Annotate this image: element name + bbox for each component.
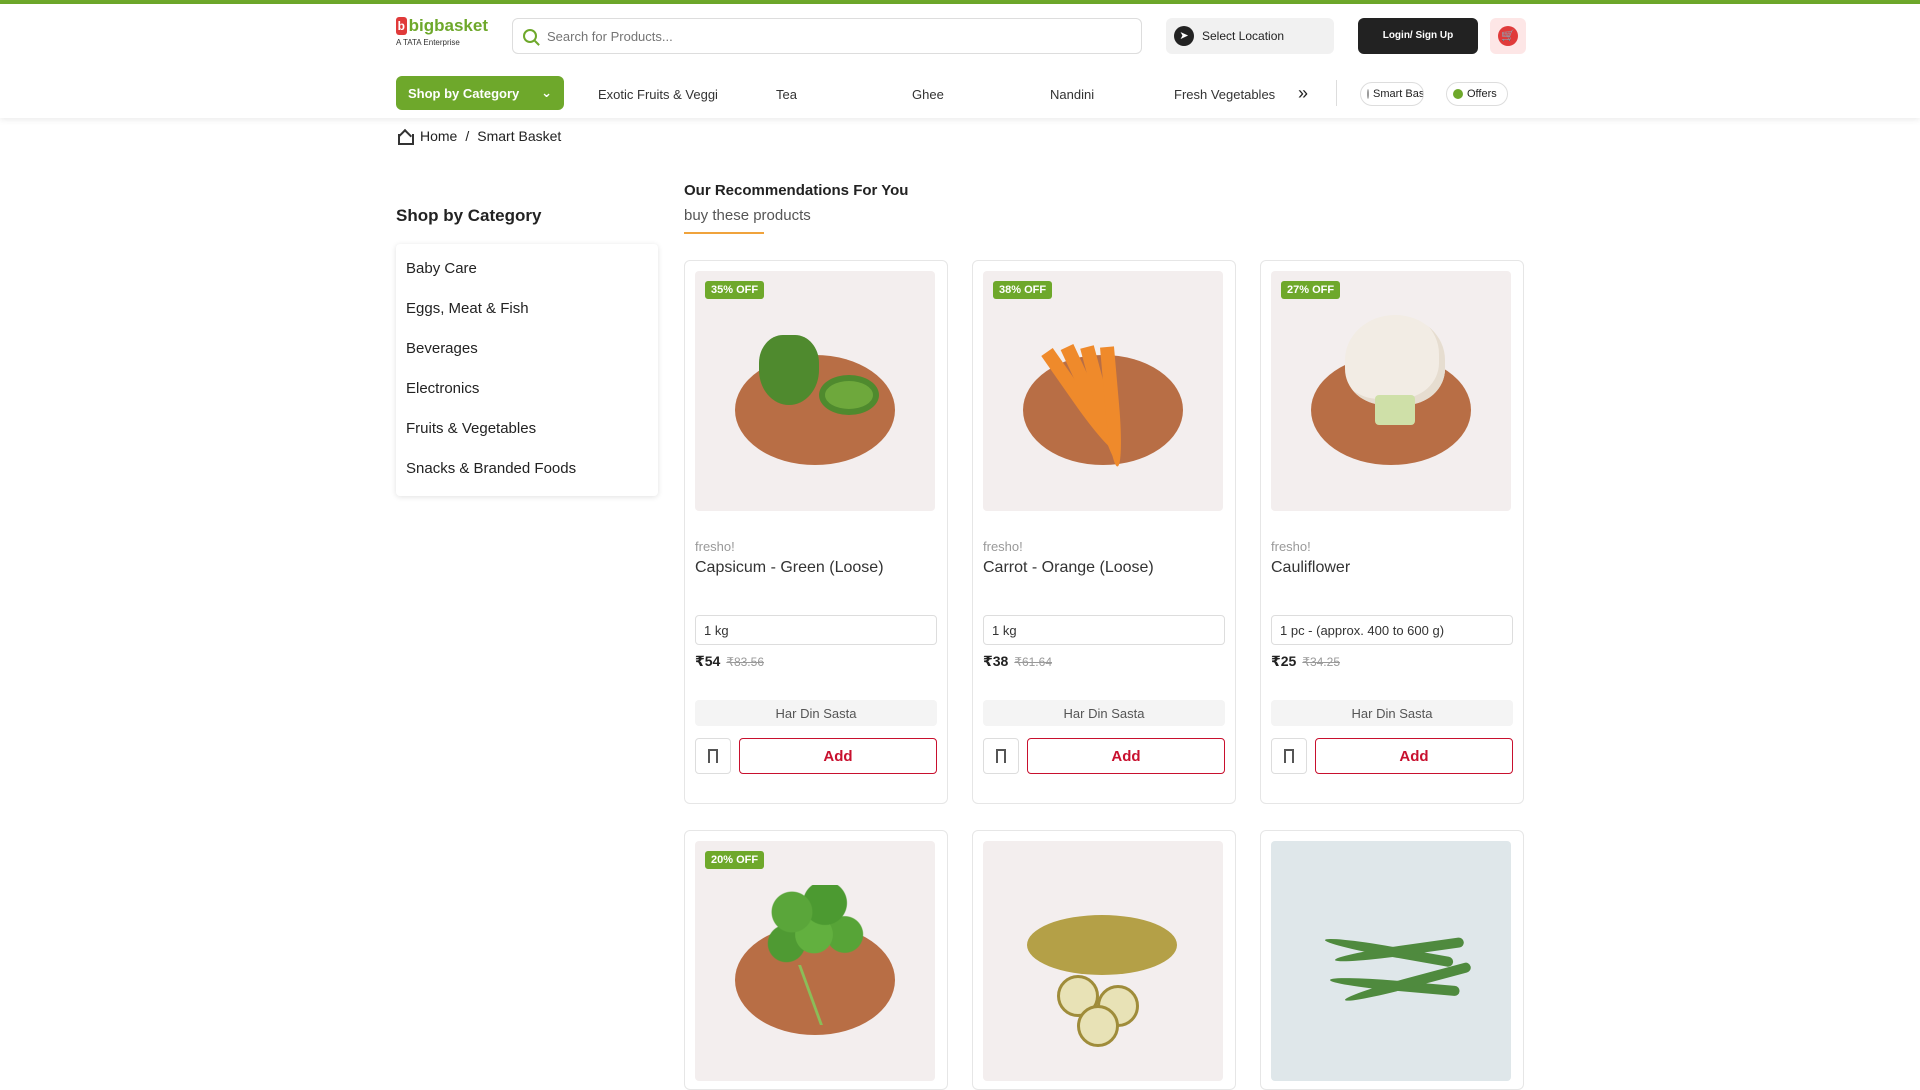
offers-chip[interactable]: Offers xyxy=(1446,82,1508,106)
product-card: 27% OFF fresho! Cauliflower 1 pc - (appr… xyxy=(1260,260,1524,804)
login-signup-button[interactable]: Login/ Sign Up xyxy=(1358,18,1478,54)
sidebar-item-snacks[interactable]: Snacks & Branded Foods xyxy=(406,452,648,484)
price-row: ₹25 ₹34.25 xyxy=(1271,653,1513,670)
breadcrumb-home[interactable]: Home xyxy=(420,128,457,144)
product-name[interactable]: Capsicum - Green (Loose) xyxy=(695,559,937,599)
breadcrumb-separator: / xyxy=(465,128,470,144)
nav-tea[interactable]: Tea xyxy=(770,80,802,108)
product-name[interactable]: Cauliflower xyxy=(1271,559,1513,599)
price-row: ₹38 ₹61.64 xyxy=(983,653,1225,670)
bigbasket-logo[interactable]: b bigbasket A TATA Enterprise xyxy=(396,16,488,52)
add-to-cart-button[interactable]: Add xyxy=(1315,738,1513,774)
product-name[interactable]: Carrot - Orange (Loose) xyxy=(983,559,1225,599)
quantity-selector[interactable]: 1 pc - (approx. 400 to 600 g) xyxy=(1271,615,1513,645)
sale-price: ₹25 xyxy=(1271,653,1297,669)
subtitle-underline xyxy=(684,232,764,234)
chevron-down-icon: ⌄ xyxy=(541,85,552,100)
product-card xyxy=(972,830,1236,1090)
bb-logo-icon: b xyxy=(396,17,407,35)
recommendations-subtitle: buy these products xyxy=(684,207,811,224)
search-icon xyxy=(523,29,537,43)
scroll-right-icon[interactable]: » xyxy=(1294,76,1312,110)
smart-basket-icon xyxy=(1367,89,1369,99)
add-to-cart-button[interactable]: Add xyxy=(739,738,937,774)
smart-basket-chip[interactable]: Smart Basket xyxy=(1360,82,1424,106)
cart-icon: 🛒 xyxy=(1498,26,1518,46)
breadcrumb-current[interactable]: Smart Basket xyxy=(477,128,561,144)
sale-price: ₹38 xyxy=(983,653,1009,669)
location-label: Select Location xyxy=(1202,29,1285,43)
card-actions: Add xyxy=(695,738,937,774)
breadcrumb: Home / Smart Basket xyxy=(396,128,561,145)
carrot-image xyxy=(1007,295,1199,487)
sidebar-item-fruits-vegetables[interactable]: Fruits & Vegetables xyxy=(406,412,648,444)
product-image-box[interactable]: 35% OFF xyxy=(695,271,935,511)
discount-badge: 20% OFF xyxy=(705,851,765,869)
shop-by-category-button[interactable]: Shop by Category ⌄ xyxy=(396,76,564,110)
category-nav: Shop by Category ⌄ Exotic Fruits & Veggi… xyxy=(396,76,1526,110)
save-for-later-button[interactable] xyxy=(695,738,731,774)
select-location-button[interactable]: ➤ Select Location xyxy=(1166,18,1334,54)
product-image-box[interactable]: 38% OFF xyxy=(983,271,1223,511)
sidebar-item-baby-care[interactable]: Baby Care xyxy=(406,252,648,284)
product-card xyxy=(1260,830,1524,1090)
okra-image xyxy=(1295,865,1487,1057)
product-image-box[interactable]: 27% OFF xyxy=(1271,271,1511,511)
mrp-price: ₹83.56 xyxy=(726,654,764,669)
quantity-selector[interactable]: 1 kg xyxy=(695,615,937,645)
product-brand: fresho! xyxy=(695,539,735,554)
product-image-box[interactable] xyxy=(1271,841,1511,1081)
bookmark-icon xyxy=(708,749,718,767)
product-card: 38% OFF fresho! Carrot - Orange (Loose) … xyxy=(972,260,1236,804)
sidebar-title: Shop by Category xyxy=(396,206,542,225)
nav-fresh-vegetables[interactable]: Fresh Vegetables xyxy=(1168,80,1288,108)
price-row: ₹54 ₹83.56 xyxy=(695,653,937,670)
bookmark-icon xyxy=(996,749,1006,767)
sidebar-item-beverages[interactable]: Beverages xyxy=(406,332,648,364)
category-sidebar: Baby Care Eggs, Meat & Fish Beverages El… xyxy=(396,244,658,496)
search-input[interactable] xyxy=(547,28,1131,44)
nav-exotic-fruits[interactable]: Exotic Fruits & Veggies xyxy=(592,80,718,108)
discount-badge: 27% OFF xyxy=(1281,281,1341,299)
navigation-icon: ➤ xyxy=(1174,26,1194,46)
cart-button[interactable]: 🛒 xyxy=(1490,18,1526,54)
logo-tagline: A TATA Enterprise xyxy=(396,38,460,47)
sale-price: ₹54 xyxy=(695,653,721,669)
sidebar-item-electronics[interactable]: Electronics xyxy=(406,372,648,404)
nav-ghee[interactable]: Ghee xyxy=(906,80,952,108)
capsicum-image xyxy=(719,295,911,487)
cucumber-image xyxy=(1007,865,1199,1057)
nav-divider xyxy=(1336,80,1337,106)
cauliflower-image xyxy=(1295,295,1487,487)
coriander-image xyxy=(719,865,911,1057)
har-din-sasta-tag: Har Din Sasta xyxy=(695,700,937,726)
bookmark-icon xyxy=(1284,749,1294,767)
product-card: 20% OFF xyxy=(684,830,948,1090)
product-brand: fresho! xyxy=(983,539,1023,554)
recommendations-title: Our Recommendations For You xyxy=(684,182,909,199)
site-header: bbigbasket A TATA Enterprise ➤ Select Lo… xyxy=(0,4,1920,118)
add-to-cart-button[interactable]: Add xyxy=(1027,738,1225,774)
card-actions: Add xyxy=(1271,738,1513,774)
card-actions: Add xyxy=(983,738,1225,774)
mrp-price: ₹34.25 xyxy=(1302,654,1340,669)
har-din-sasta-tag: Har Din Sasta xyxy=(1271,700,1513,726)
search-bar xyxy=(512,18,1142,54)
product-card: 35% OFF fresho! Capsicum - Green (Loose)… xyxy=(684,260,948,804)
save-for-later-button[interactable] xyxy=(983,738,1019,774)
product-brand: fresho! xyxy=(1271,539,1311,554)
home-icon[interactable] xyxy=(396,129,414,145)
har-din-sasta-tag: Har Din Sasta xyxy=(983,700,1225,726)
sidebar-item-eggs-meat-fish[interactable]: Eggs, Meat & Fish xyxy=(406,292,648,324)
quantity-selector[interactable]: 1 kg xyxy=(983,615,1225,645)
nav-nandini[interactable]: Nandini xyxy=(1044,80,1102,108)
discount-badge: 35% OFF xyxy=(705,281,765,299)
product-image-box[interactable]: 20% OFF xyxy=(695,841,935,1081)
mrp-price: ₹61.64 xyxy=(1014,654,1052,669)
save-for-later-button[interactable] xyxy=(1271,738,1307,774)
offers-icon xyxy=(1453,89,1463,99)
product-image-box[interactable] xyxy=(983,841,1223,1081)
discount-badge: 38% OFF xyxy=(993,281,1053,299)
